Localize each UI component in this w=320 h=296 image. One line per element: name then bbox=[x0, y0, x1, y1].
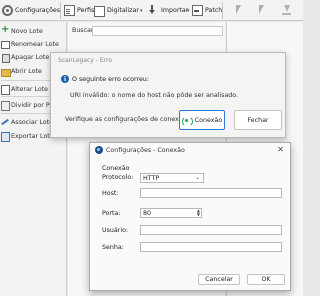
chevron-down-icon: ▾ bbox=[140, 7, 143, 14]
porta-stepper[interactable]: 80 ▲ ▼ bbox=[140, 208, 202, 218]
protocolo-value: HTTP bbox=[143, 174, 160, 182]
folder-open-icon bbox=[1, 67, 11, 77]
digitalizar-button[interactable]: Digitalizar bbox=[94, 3, 139, 18]
wireless-signal-icon bbox=[181, 115, 193, 127]
sidebar-item-exportar-lote[interactable]: Exportar Lote bbox=[1, 130, 54, 142]
pick-tool-button[interactable] bbox=[257, 3, 268, 18]
sidebar-item-label: Abrir Lote bbox=[11, 67, 42, 75]
chevron-down-icon: ▾ bbox=[187, 7, 190, 14]
scanner-icon bbox=[94, 6, 105, 17]
download-button[interactable] bbox=[282, 3, 293, 18]
digitalizar-label: Digitalizar bbox=[107, 7, 139, 14]
chevron-down-icon: ⌄ bbox=[194, 174, 200, 181]
importar-label: Importar bbox=[161, 7, 189, 14]
importar-dropdown[interactable]: ▾ bbox=[186, 3, 190, 18]
patch-label: Patch bbox=[205, 7, 223, 14]
perfis-button[interactable]: Perfis bbox=[64, 3, 94, 18]
export-icon bbox=[1, 131, 10, 142]
sidebar-item-abrir-lote[interactable]: Abrir Lote bbox=[1, 65, 42, 77]
porta-value: 80 bbox=[143, 209, 152, 217]
error-dialog-title: ScanLegacy - Erro bbox=[58, 57, 112, 64]
toolbar-divider bbox=[222, 2, 223, 19]
perfis-label: Perfis bbox=[77, 7, 95, 14]
toolbar-divider bbox=[60, 2, 61, 19]
sidebar-item-label: Alterar Lote bbox=[11, 85, 49, 93]
senha-input[interactable] bbox=[140, 242, 282, 252]
stepper-arrows-icon[interactable]: ▲ ▼ bbox=[197, 209, 200, 217]
patch-sheet-icon bbox=[192, 5, 203, 16]
delete-icon bbox=[1, 53, 10, 63]
error-dialog: ScanLegacy - Erro i O seguinte erro ocor… bbox=[50, 52, 286, 138]
plus-icon bbox=[1, 24, 9, 36]
usuario-input[interactable] bbox=[140, 225, 282, 235]
senha-label: Senha: bbox=[102, 244, 124, 251]
host-input[interactable] bbox=[140, 188, 282, 198]
cursor-icon bbox=[234, 5, 245, 16]
fechar-button[interactable]: Fechar bbox=[234, 110, 282, 130]
cursor-plus-icon bbox=[257, 5, 268, 16]
sidebar-item-novo-lote[interactable]: Novo Lote bbox=[1, 24, 43, 37]
host-label: Host: bbox=[102, 190, 119, 197]
porta-label: Porta: bbox=[102, 210, 121, 217]
configuracoes-button[interactable]: Configurações bbox=[2, 3, 60, 18]
dialog-titlebar: Configurações - Conexão ✕ bbox=[90, 143, 290, 157]
import-icon bbox=[148, 5, 159, 16]
sidebar-item-label: Exportar Lote bbox=[11, 132, 54, 140]
divide-icon bbox=[1, 100, 10, 111]
download-icon bbox=[282, 5, 293, 16]
sidebar-item-label: Renomear Lote bbox=[11, 40, 59, 48]
gear-icon bbox=[2, 5, 13, 16]
sidebar-item-apagar-lote[interactable]: Apagar Lote bbox=[1, 51, 49, 63]
sidebar-item-renomear-lote[interactable]: Renomear Lote bbox=[1, 38, 59, 50]
search-label: Buscar bbox=[72, 27, 94, 34]
sidebar-item-label: Associar Lote bbox=[11, 118, 53, 126]
profile-document-icon bbox=[64, 5, 75, 16]
protocolo-label: Protocolo: bbox=[102, 174, 134, 181]
top-toolbar: Configurações Perfis Digitalizar ▾ Impor… bbox=[0, 0, 303, 21]
search-row: Buscar bbox=[68, 25, 225, 36]
error-heading-row: i O seguinte erro ocorreu: bbox=[61, 75, 149, 83]
digitalizar-dropdown[interactable]: ▾ bbox=[139, 3, 143, 18]
protocolo-select[interactable]: HTTP ⌄ bbox=[140, 173, 204, 183]
close-icon[interactable]: ✕ bbox=[277, 145, 284, 154]
info-icon: i bbox=[61, 75, 69, 83]
cancelar-button[interactable]: Cancelar bbox=[198, 274, 240, 285]
configuracoes-label: Configurações bbox=[15, 7, 61, 14]
verify-connection-text: Verifique as configurações de conexão. bbox=[65, 116, 189, 123]
dialog-title: Configurações - Conexão bbox=[106, 146, 185, 154]
sidebar-item-label: Novo Lote bbox=[11, 27, 43, 35]
importar-button[interactable]: Importar bbox=[148, 3, 188, 18]
sidebar-item-label: Apagar Lote bbox=[11, 53, 50, 61]
conexao-button-label: Conexão bbox=[194, 116, 223, 124]
select-tool-button[interactable] bbox=[234, 3, 245, 18]
link-icon bbox=[1, 118, 9, 127]
edit-icon bbox=[1, 84, 10, 95]
error-message: URI inválido: o nome do host não pôde se… bbox=[70, 92, 239, 99]
sidebar-item-alterar-lote[interactable]: Alterar Lote bbox=[1, 83, 48, 95]
conexao-button[interactable]: Conexão bbox=[179, 110, 225, 130]
rename-icon bbox=[1, 40, 10, 49]
app-logo-icon bbox=[95, 146, 103, 154]
sidebar-item-associar-lote[interactable]: Associar Lote bbox=[1, 116, 53, 128]
ok-button[interactable]: OK bbox=[247, 274, 285, 285]
connection-group-label: Conexão bbox=[102, 165, 130, 172]
error-heading: O seguinte erro ocorreu: bbox=[72, 75, 149, 83]
patch-button[interactable]: Patch bbox=[192, 3, 222, 18]
usuario-label: Usuário: bbox=[102, 227, 129, 234]
search-input[interactable] bbox=[92, 25, 223, 36]
connection-settings-dialog: Configurações - Conexão ✕ Conexão Protoc… bbox=[89, 142, 291, 291]
